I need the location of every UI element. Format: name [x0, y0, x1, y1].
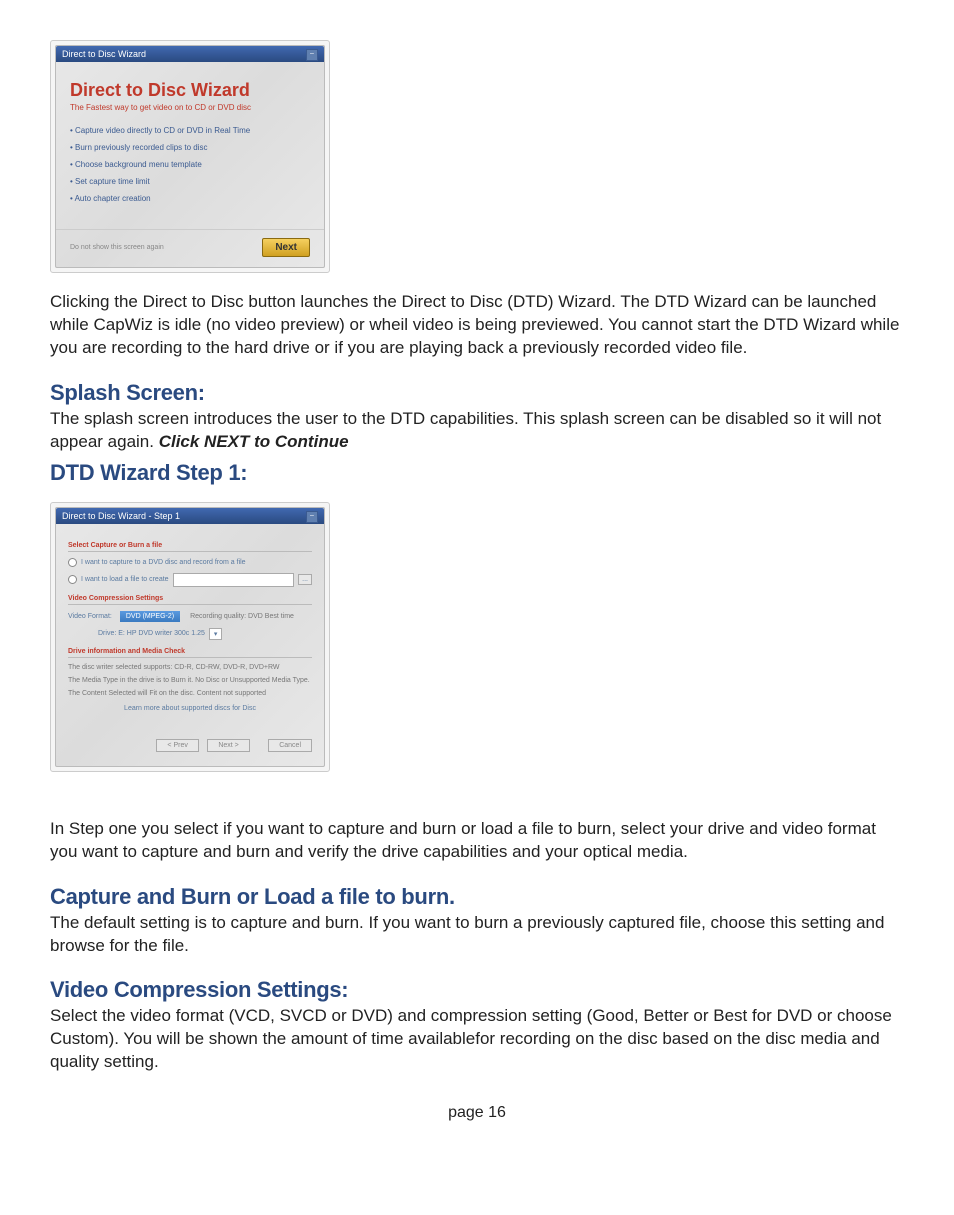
learn-more-link: Learn more about supported discs for Dis… [68, 705, 312, 712]
bullet-item: • Auto chapter creation [70, 194, 310, 203]
minimize-icon: – [306, 511, 318, 523]
splash-screenshot: Direct to Disc Wizard – Direct to Disc W… [50, 40, 330, 273]
heading-capture-burn: Capture and Burn or Load a file to burn. [50, 884, 904, 910]
wizard-buttons: < Prev Next > Cancel [56, 730, 324, 756]
paragraph: In Step one you select if you want to ca… [50, 818, 904, 864]
recording-quality-label: Recording quality: DVD Best time [190, 613, 294, 620]
prev-button: < Prev [156, 739, 198, 752]
heading-splash-screen: Splash Screen: [50, 380, 904, 406]
format-dropdown: DVD (MPEG-2) [120, 611, 180, 622]
radio-label: I want to capture to a DVD disc and reco… [81, 559, 246, 566]
format-label: Video Format: [68, 613, 112, 620]
heading-video-compression: Video Compression Settings: [50, 977, 904, 1003]
next-button: Next > [207, 739, 249, 752]
step1-titlebar: Direct to Disc Wizard - Step 1 – [56, 508, 324, 524]
paragraph: Select the video format (VCD, SVCD or DV… [50, 1005, 904, 1074]
radio-icon [68, 575, 77, 584]
heading-dtd-step1: DTD Wizard Step 1: [50, 460, 904, 486]
drive-dropdown-icon: ▾ [209, 628, 223, 640]
step1-titlebar-text: Direct to Disc Wizard - Step 1 [62, 511, 180, 521]
bullet-item: • Choose background menu template [70, 160, 310, 169]
drive-row: Drive: E: HP DVD writer 300c 1.25 ▾ [98, 628, 312, 640]
radio-icon [68, 558, 77, 567]
file-path-field [173, 573, 295, 587]
step1-screenshot: Direct to Disc Wizard - Step 1 – Select … [50, 502, 330, 772]
minimize-icon: – [306, 49, 318, 61]
bullet-item: • Capture video directly to CD or DVD in… [70, 126, 310, 135]
section-video-compression: Video Compression Settings [68, 595, 312, 605]
section-drive-info: Drive information and Media Check [68, 648, 312, 658]
paragraph: The default setting is to capture and bu… [50, 912, 904, 958]
splash-bullets: • Capture video directly to CD or DVD in… [70, 126, 310, 203]
splash-titlebar: Direct to Disc Wizard – [56, 46, 324, 62]
drive-info-line: The disc writer selected supports: CD-R,… [68, 664, 312, 671]
bullet-item: • Burn previously recorded clips to disc [70, 143, 310, 152]
radio-label: I want to load a file to create [81, 576, 169, 583]
dont-show-checkbox-label: Do not show this screen again [70, 244, 164, 251]
section-capture-burn: Select Capture or Burn a file [68, 542, 312, 552]
browse-button: ... [298, 574, 312, 585]
drive-info-line: The Media Type in the drive is to Burn i… [68, 677, 312, 684]
video-format-row: Video Format: DVD (MPEG-2) Recording qua… [68, 611, 312, 622]
splash-heading: Direct to Disc Wizard [70, 80, 310, 101]
radio-load-file: I want to load a file to create ... [68, 573, 312, 587]
radio-capture: I want to capture to a DVD disc and reco… [68, 558, 312, 567]
paragraph: The splash screen introduces the user to… [50, 408, 904, 454]
drive-info-line: The Content Selected will Fit on the dis… [68, 690, 312, 697]
bullet-item: • Set capture time limit [70, 177, 310, 186]
paragraph: Clicking the Direct to Disc button launc… [50, 291, 904, 360]
page-number: page 16 [50, 1104, 904, 1122]
drive-label: Drive: E: HP DVD writer 300c 1.25 [98, 630, 205, 637]
next-button: Next [262, 238, 310, 257]
splash-titlebar-text: Direct to Disc Wizard [62, 49, 146, 59]
click-next-text: Click NEXT to Continue [159, 432, 349, 451]
splash-subheading: The Fastest way to get video on to CD or… [70, 103, 310, 112]
cancel-button: Cancel [268, 739, 312, 752]
